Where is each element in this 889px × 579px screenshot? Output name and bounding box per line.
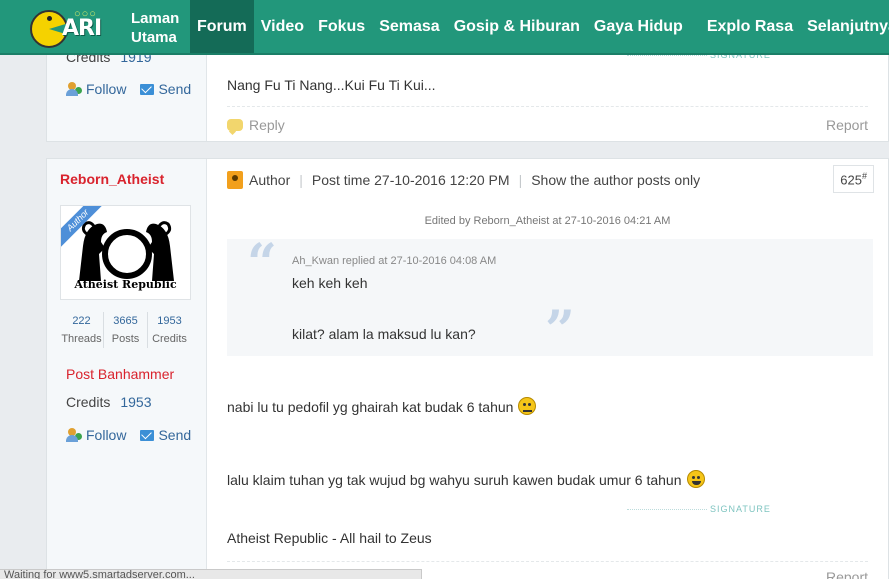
nav-home-link[interactable]: Laman Utama [131,9,179,47]
post-meta: Author | Post time 27-10-2016 12:20 PM |… [227,171,700,189]
meta-separator: | [299,172,303,188]
follow-icon [66,82,82,96]
emoji-smug-icon [518,397,537,415]
follow-send-row: Follow Send [66,427,191,443]
edited-note: Edited by Reborn_Atheist at 27-10-2016 0… [424,215,671,227]
stat-credits-label: Credits [152,333,187,345]
post-body-line: lalu klaim tuhan yg tak wujud bg wahyu s… [227,470,705,488]
floor-mark: # [861,171,867,181]
stat-credits[interactable]: 1953 Credits [148,312,191,348]
nav-item-gosip-hiburan[interactable]: Gosip & Hiburan [447,0,587,53]
send-icon [140,429,155,441]
post-footer-divider [227,561,868,562]
quote-line: keh keh keh [292,275,368,291]
stat-credits-value: 1953 [157,315,182,327]
nav-home-line1: Laman [131,10,180,27]
post-content: Author | Post time 27-10-2016 12:20 PM |… [207,159,888,579]
reply-label: Reply [249,117,285,133]
send-icon [140,83,155,95]
signature-text: Atheist Republic - All hail to Zeus [227,530,432,546]
reply-icon [227,119,243,131]
signature-label: SIGNATURE [710,504,771,514]
stat-threads[interactable]: 222 Threads [60,312,104,348]
avatar-logo-caption: Atheist Republic [74,278,177,291]
nav-item-gaya-hidup[interactable]: Gaya Hidup [587,0,690,53]
nav-item-video[interactable]: Video [254,0,311,53]
nav-item-selanjutnya[interactable]: Selanjutnya [800,0,889,53]
nav-items: Forum Video Fokus Semasa Gosip & Hiburan… [190,0,889,53]
emoji-laugh-icon [686,470,705,488]
author-label: Author [249,172,291,188]
send-link[interactable]: Send [158,427,191,443]
stat-posts-value: 3665 [113,315,138,327]
post-body-line: nabi lu tu pedofil yg ghairah kat budak … [227,397,537,415]
follow-icon [66,428,82,442]
credits-line: Credits 1953 [66,394,152,410]
signature-text: Nang Fu Ti Nang...Kui Fu Ti Kui... [227,77,436,93]
credits-value: 1953 [120,394,152,410]
author-icon [227,171,243,189]
nav-item-forum[interactable]: Forum [190,0,254,53]
report-link[interactable]: Report [826,117,868,133]
forum-post: Reborn_Atheist Author Atheist Republic 2… [46,158,889,579]
follow-send-row: Follow Send [66,81,191,97]
quote-header[interactable]: Ah_Kwan replied at 27-10-2016 04:08 AM [292,255,496,267]
avatar[interactable]: Author Atheist Republic [60,205,191,300]
stat-threads-label: Threads [61,333,102,345]
credits-label: Credits [66,394,111,410]
quote-line: kilat? alam la maksud lu kan? [292,326,476,342]
post-body-text: lalu klaim tuhan yg tak wujud bg wahyu s… [227,472,682,488]
nav-home-line2: Utama [131,29,177,46]
post-footer-divider [227,106,868,107]
top-navigation: ○○○ ARI Laman Utama Forum Video Fokus Se… [0,0,889,55]
meta-separator: | [518,172,523,188]
stat-posts-label: Posts [111,333,140,345]
report-link[interactable]: Report [826,569,868,579]
stat-threads-value: 222 [72,315,91,327]
browser-status-bar: Waiting for www5.smartadserver.com... [0,569,422,579]
user-stats: 222 Threads 3665 Posts 1953 Credits [60,312,191,348]
follow-link[interactable]: Follow [86,81,126,97]
show-author-only-link[interactable]: Show the author posts only [531,172,700,188]
post-floor-number[interactable]: 625# [833,165,874,194]
post-time: Post time 27-10-2016 12:20 PM [311,172,510,188]
author-username[interactable]: Reborn_Atheist [60,171,164,187]
quote-close-icon: ” [545,300,575,361]
nav-item-explo-rasa[interactable]: Explo Rasa [700,0,800,53]
reply-button[interactable]: Reply [227,117,285,133]
send-link[interactable]: Send [158,81,191,97]
quote-block: “ Ah_Kwan replied at 27-10-2016 04:08 AM… [227,233,873,361]
user-rank: Post Banhammer [66,366,175,382]
nav-item-fokus[interactable]: Fokus [311,0,372,53]
logo-eye [47,16,52,21]
floor-number: 625 [840,172,862,188]
post-author-sidebar: Reborn_Atheist Author Atheist Republic 2… [47,159,207,579]
stat-posts[interactable]: 3665 Posts [104,312,148,348]
signature-divider: SIGNATURE [627,504,771,514]
logo-wordmark: ARI [62,16,102,41]
quote-open-icon: “ [247,233,277,294]
nav-item-semasa[interactable]: Semasa [372,0,447,53]
cari-logo[interactable]: ○○○ ARI [30,6,114,50]
post-body-text: nabi lu tu pedofil yg ghairah kat budak … [227,399,514,415]
follow-link[interactable]: Follow [86,427,126,443]
